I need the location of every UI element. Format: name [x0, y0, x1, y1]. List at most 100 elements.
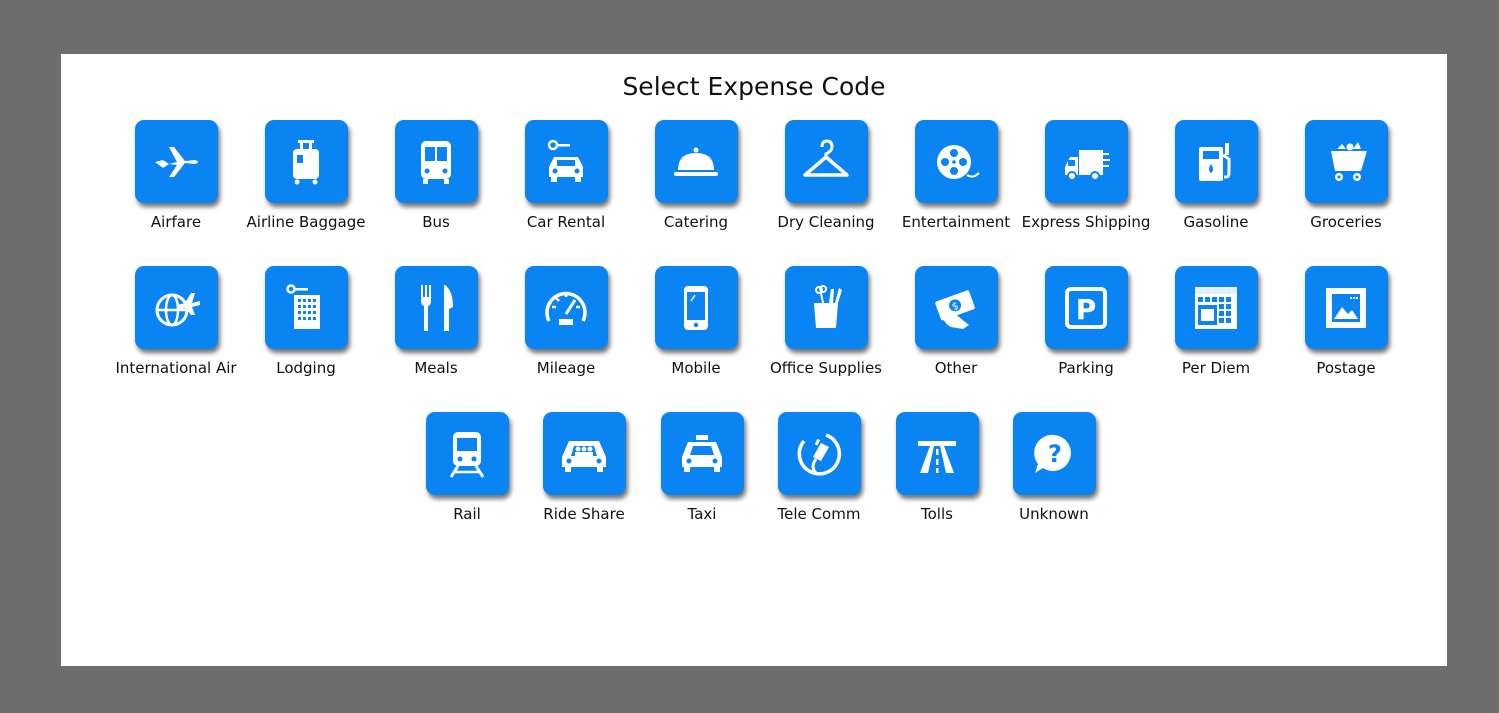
- code-entertainment[interactable]: Entertainment: [891, 120, 1021, 233]
- globe-airplane-icon: [155, 292, 200, 326]
- code-label: Postage: [1316, 359, 1376, 377]
- code-label: Mobile: [671, 359, 721, 377]
- code-dry-cleaning[interactable]: Dry Cleaning: [761, 120, 891, 233]
- code-airline-baggage[interactable]: Airline Baggage: [241, 120, 371, 233]
- code-bus[interactable]: Bus: [371, 120, 501, 233]
- code-other[interactable]: $ Other: [891, 266, 1021, 379]
- code-label: Meals: [414, 359, 458, 377]
- code-label: Gasoline: [1183, 213, 1249, 231]
- delivery-truck-icon: [1065, 149, 1110, 181]
- code-label: International Air: [115, 359, 237, 377]
- postage-button[interactable]: [1304, 266, 1388, 349]
- code-parking[interactable]: P Parking: [1021, 266, 1151, 379]
- code-mileage[interactable]: Mileage: [501, 266, 631, 379]
- gasoline-button[interactable]: [1174, 120, 1258, 203]
- luggage-icon: [293, 139, 319, 184]
- code-label: Per Diem: [1181, 359, 1251, 377]
- code-label: Catering: [663, 213, 729, 231]
- international-air-button[interactable]: [134, 266, 218, 349]
- carpool-icon: [562, 440, 606, 472]
- parking-button[interactable]: P: [1044, 266, 1128, 349]
- catering-button[interactable]: [654, 120, 738, 203]
- code-tele-comm[interactable]: Tele Comm: [754, 412, 884, 525]
- meals-button[interactable]: [394, 266, 478, 349]
- groceries-button[interactable]: [1304, 120, 1388, 203]
- taxi-button[interactable]: [660, 412, 744, 495]
- code-tolls[interactable]: Tolls: [872, 412, 1002, 525]
- svg-text:P: P: [1076, 293, 1097, 326]
- entertainment-button[interactable]: [914, 120, 998, 203]
- dialog-title: Select Expense Code: [622, 72, 886, 101]
- cloche-icon: [674, 147, 718, 176]
- highway-icon: [918, 440, 956, 473]
- ride-share-button[interactable]: [542, 412, 626, 495]
- bus-icon: [421, 140, 451, 184]
- money-hand-icon: $: [935, 289, 975, 329]
- code-label: Airfare: [150, 213, 202, 231]
- code-label: Groceries: [1310, 213, 1382, 231]
- code-postage[interactable]: Postage: [1281, 266, 1411, 379]
- postage-stamp-icon: [1326, 287, 1366, 328]
- hanger-icon: [803, 138, 849, 177]
- code-label: Other: [934, 359, 978, 377]
- smartphone-icon: [684, 285, 708, 330]
- airplane-icon: [155, 146, 198, 177]
- code-label: Rail: [453, 505, 481, 523]
- code-gasoline[interactable]: Gasoline: [1151, 120, 1281, 233]
- code-label: Express Shipping: [1021, 213, 1151, 231]
- code-car-rental[interactable]: Car Rental: [501, 120, 631, 233]
- code-label: Ride Share: [543, 505, 625, 523]
- svg-text:?: ?: [1048, 440, 1062, 468]
- code-label: Lodging: [276, 359, 336, 377]
- rail-button[interactable]: [425, 412, 509, 495]
- code-label: Dry Cleaning: [777, 213, 875, 231]
- fuel-pump-icon: [1199, 142, 1231, 181]
- code-ride-share[interactable]: Ride Share: [519, 412, 649, 525]
- code-lodging[interactable]: Lodging: [241, 266, 371, 379]
- code-label: Tolls: [921, 505, 953, 523]
- code-label: Tele Comm: [777, 505, 861, 523]
- bus-button[interactable]: [394, 120, 478, 203]
- code-label: Taxi: [687, 505, 717, 523]
- expense-code-dialog: Select Expense Code Airfare Airline Bagg…: [61, 54, 1447, 666]
- airfare-button[interactable]: [134, 120, 218, 203]
- tolls-button[interactable]: [895, 412, 979, 495]
- lodging-button[interactable]: [264, 266, 348, 349]
- train-icon: [449, 431, 485, 478]
- code-label: Car Rental: [526, 213, 606, 231]
- mileage-button[interactable]: [524, 266, 608, 349]
- taxi-icon: [682, 434, 722, 472]
- code-airfare[interactable]: Airfare: [111, 120, 241, 233]
- code-groceries[interactable]: Groceries: [1281, 120, 1411, 233]
- dry-cleaning-button[interactable]: [784, 120, 868, 203]
- code-per-diem[interactable]: Per Diem: [1151, 266, 1281, 379]
- code-label: Parking: [1058, 359, 1114, 377]
- code-express-shipping[interactable]: Express Shipping: [1021, 120, 1151, 233]
- express-shipping-button[interactable]: [1044, 120, 1128, 203]
- airline-baggage-button[interactable]: [264, 120, 348, 203]
- car-rental-button[interactable]: [524, 120, 608, 203]
- hotel-key-icon: [286, 283, 320, 329]
- code-meals[interactable]: Meals: [371, 266, 501, 379]
- per-diem-button[interactable]: [1174, 266, 1258, 349]
- other-button[interactable]: $: [914, 266, 998, 349]
- shopping-cart-icon: [1324, 141, 1367, 181]
- code-international-air[interactable]: International Air: [111, 266, 241, 379]
- code-label: Entertainment: [901, 213, 1011, 231]
- code-label: Airline Baggage: [246, 213, 366, 231]
- code-catering[interactable]: Catering: [631, 120, 761, 233]
- code-rail[interactable]: Rail: [402, 412, 532, 525]
- code-mobile[interactable]: Mobile: [631, 266, 761, 379]
- tele-comm-button[interactable]: [777, 412, 861, 495]
- parking-sign-icon: P: [1065, 286, 1107, 329]
- unknown-button[interactable]: ?: [1012, 412, 1096, 495]
- code-label: Unknown: [1019, 505, 1089, 523]
- fork-knife-icon: [421, 284, 453, 331]
- mobile-button[interactable]: [654, 266, 738, 349]
- code-taxi[interactable]: Taxi: [637, 412, 767, 525]
- car-key-icon: [547, 139, 583, 182]
- office-supplies-button[interactable]: [784, 266, 868, 349]
- code-unknown[interactable]: ? Unknown: [989, 412, 1119, 525]
- calendar-icon: [1195, 286, 1237, 329]
- code-office-supplies[interactable]: Office Supplies: [761, 266, 891, 379]
